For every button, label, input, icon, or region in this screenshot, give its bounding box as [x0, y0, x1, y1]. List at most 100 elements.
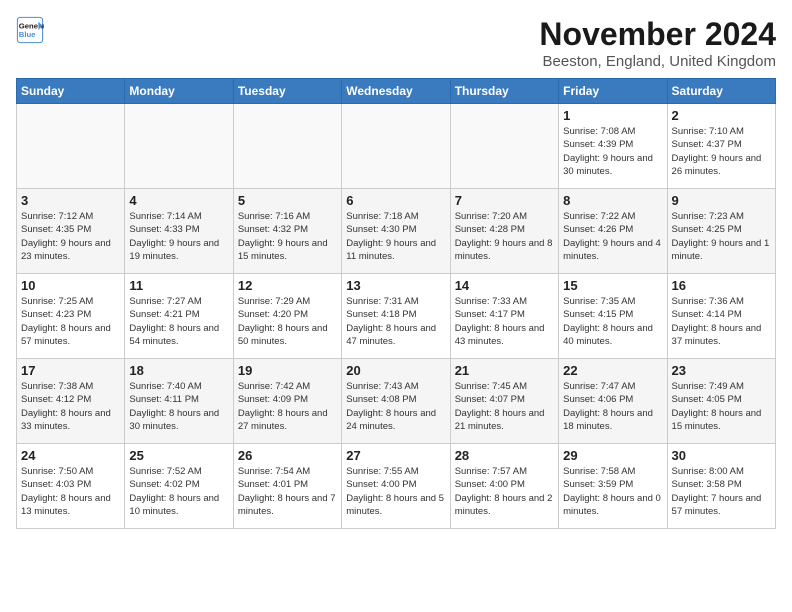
day-info: Sunrise: 7:16 AM Sunset: 4:32 PM Dayligh… [238, 210, 337, 263]
day-info: Sunrise: 8:00 AM Sunset: 3:58 PM Dayligh… [672, 465, 771, 518]
day-number: 4 [129, 193, 228, 208]
day-info: Sunrise: 7:38 AM Sunset: 4:12 PM Dayligh… [21, 380, 120, 433]
calendar-title: November 2024 [539, 16, 776, 53]
day-info: Sunrise: 7:50 AM Sunset: 4:03 PM Dayligh… [21, 465, 120, 518]
calendar-day-cell: 22 Sunrise: 7:47 AM Sunset: 4:06 PM Dayli… [559, 359, 667, 444]
calendar-day-cell: 10 Sunrise: 7:25 AM Sunset: 4:23 PM Dayli… [17, 274, 125, 359]
day-number: 29 [563, 448, 662, 463]
calendar-day-cell: 2Sunrise: 7:10 AM Sunset: 4:37 PM Daylig… [667, 104, 775, 189]
day-info: Sunrise: 7:08 AM Sunset: 4:39 PM Dayligh… [563, 125, 662, 178]
calendar-day-cell: 20Sunrise: 7:43 AM Sunset: 4:08 PM Dayli… [342, 359, 450, 444]
day-info: Sunrise: 7:58 AM Sunset: 3:59 PM Dayligh… [563, 465, 662, 518]
day-number: 10 [21, 278, 120, 293]
day-number: 9 [672, 193, 771, 208]
day-info: Sunrise: 7:45 AM Sunset: 4:07 PM Dayligh… [455, 380, 554, 433]
day-number: 23 [672, 363, 771, 378]
calendar-table: SundayMondayTuesdayWednesdayThursdayFrid… [16, 78, 776, 529]
day-number: 26 [238, 448, 337, 463]
weekday-header-cell: Friday [559, 79, 667, 104]
calendar-day-cell: 8 Sunrise: 7:22 AM Sunset: 4:26 PM Daylig… [559, 189, 667, 274]
day-number: 27 [346, 448, 445, 463]
day-info: Sunrise: 7:47 AM Sunset: 4:06 PM Dayligh… [563, 380, 662, 433]
calendar-subtitle: Beeston, England, United Kingdom [539, 53, 776, 70]
day-info: Sunrise: 7:10 AM Sunset: 4:37 PM Dayligh… [672, 125, 771, 178]
calendar-day-cell [17, 104, 125, 189]
day-info: Sunrise: 7:55 AM Sunset: 4:00 PM Dayligh… [346, 465, 445, 518]
day-number: 30 [672, 448, 771, 463]
calendar-day-cell: 11 Sunrise: 7:27 AM Sunset: 4:21 PM Dayli… [125, 274, 233, 359]
weekday-header-cell: Monday [125, 79, 233, 104]
calendar-week-row: 10 Sunrise: 7:25 AM Sunset: 4:23 PM Dayli… [17, 274, 776, 359]
weekday-header-cell: Saturday [667, 79, 775, 104]
day-info: Sunrise: 7:23 AM Sunset: 4:25 PM Dayligh… [672, 210, 771, 263]
day-info: Sunrise: 7:22 AM Sunset: 4:26 PM Dayligh… [563, 210, 662, 263]
day-number: 22 [563, 363, 662, 378]
calendar-day-cell: 19Sunrise: 7:42 AM Sunset: 4:09 PM Dayli… [233, 359, 341, 444]
day-number: 24 [21, 448, 120, 463]
day-number: 3 [21, 193, 120, 208]
calendar-day-cell: 29 Sunrise: 7:58 AM Sunset: 3:59 PM Dayli… [559, 444, 667, 529]
day-info: Sunrise: 7:29 AM Sunset: 4:20 PM Dayligh… [238, 295, 337, 348]
calendar-day-cell: 7 Sunrise: 7:20 AM Sunset: 4:28 PM Daylig… [450, 189, 558, 274]
logo: General Blue [16, 16, 44, 44]
day-number: 16 [672, 278, 771, 293]
calendar-day-cell: 24 Sunrise: 7:50 AM Sunset: 4:03 PM Dayli… [17, 444, 125, 529]
calendar-day-cell: 13Sunrise: 7:31 AM Sunset: 4:18 PM Dayli… [342, 274, 450, 359]
calendar-day-cell: 5Sunrise: 7:16 AM Sunset: 4:32 PM Daylig… [233, 189, 341, 274]
calendar-day-cell: 27 Sunrise: 7:55 AM Sunset: 4:00 PM Dayli… [342, 444, 450, 529]
svg-text:Blue: Blue [19, 30, 36, 39]
day-number: 25 [129, 448, 228, 463]
day-number: 7 [455, 193, 554, 208]
day-info: Sunrise: 7:12 AM Sunset: 4:35 PM Dayligh… [21, 210, 120, 263]
calendar-day-cell: 26Sunrise: 7:54 AM Sunset: 4:01 PM Dayli… [233, 444, 341, 529]
day-number: 6 [346, 193, 445, 208]
day-info: Sunrise: 7:20 AM Sunset: 4:28 PM Dayligh… [455, 210, 554, 263]
day-number: 11 [129, 278, 228, 293]
calendar-day-cell: 17Sunrise: 7:38 AM Sunset: 4:12 PM Dayli… [17, 359, 125, 444]
day-number: 1 [563, 108, 662, 123]
calendar-day-cell: 28 Sunrise: 7:57 AM Sunset: 4:00 PM Dayli… [450, 444, 558, 529]
calendar-day-cell [125, 104, 233, 189]
day-number: 28 [455, 448, 554, 463]
title-section: November 2024 Beeston, England, United K… [539, 16, 776, 70]
day-info: Sunrise: 7:40 AM Sunset: 4:11 PM Dayligh… [129, 380, 228, 433]
day-number: 14 [455, 278, 554, 293]
calendar-day-cell: 15 Sunrise: 7:35 AM Sunset: 4:15 PM Dayli… [559, 274, 667, 359]
calendar-day-cell [342, 104, 450, 189]
day-info: Sunrise: 7:52 AM Sunset: 4:02 PM Dayligh… [129, 465, 228, 518]
day-info: Sunrise: 7:27 AM Sunset: 4:21 PM Dayligh… [129, 295, 228, 348]
weekday-header-row: SundayMondayTuesdayWednesdayThursdayFrid… [17, 79, 776, 104]
weekday-header-cell: Tuesday [233, 79, 341, 104]
day-number: 8 [563, 193, 662, 208]
logo-icon: General Blue [16, 16, 44, 44]
page-header: General Blue November 2024 Beeston, Engl… [16, 16, 776, 70]
day-number: 13 [346, 278, 445, 293]
calendar-day-cell: 1 Sunrise: 7:08 AM Sunset: 4:39 PM Daylig… [559, 104, 667, 189]
day-info: Sunrise: 7:33 AM Sunset: 4:17 PM Dayligh… [455, 295, 554, 348]
calendar-day-cell: 25 Sunrise: 7:52 AM Sunset: 4:02 PM Dayli… [125, 444, 233, 529]
day-number: 18 [129, 363, 228, 378]
calendar-day-cell: 14 Sunrise: 7:33 AM Sunset: 4:17 PM Dayli… [450, 274, 558, 359]
calendar-day-cell: 12 Sunrise: 7:29 AM Sunset: 4:20 PM Dayli… [233, 274, 341, 359]
calendar-day-cell: 4Sunrise: 7:14 AM Sunset: 4:33 PM Daylig… [125, 189, 233, 274]
day-info: Sunrise: 7:18 AM Sunset: 4:30 PM Dayligh… [346, 210, 445, 263]
calendar-week-row: 3 Sunrise: 7:12 AM Sunset: 4:35 PM Daylig… [17, 189, 776, 274]
day-number: 15 [563, 278, 662, 293]
day-number: 19 [238, 363, 337, 378]
day-number: 20 [346, 363, 445, 378]
calendar-day-cell [450, 104, 558, 189]
calendar-day-cell: 16Sunrise: 7:36 AM Sunset: 4:14 PM Dayli… [667, 274, 775, 359]
day-info: Sunrise: 7:49 AM Sunset: 4:05 PM Dayligh… [672, 380, 771, 433]
day-info: Sunrise: 7:57 AM Sunset: 4:00 PM Dayligh… [455, 465, 554, 518]
calendar-day-cell: 30 Sunrise: 8:00 AM Sunset: 3:58 PM Dayli… [667, 444, 775, 529]
calendar-day-cell: 9 Sunrise: 7:23 AM Sunset: 4:25 PM Daylig… [667, 189, 775, 274]
calendar-body: 1 Sunrise: 7:08 AM Sunset: 4:39 PM Daylig… [17, 104, 776, 529]
day-info: Sunrise: 7:35 AM Sunset: 4:15 PM Dayligh… [563, 295, 662, 348]
day-number: 21 [455, 363, 554, 378]
weekday-header-cell: Thursday [450, 79, 558, 104]
day-number: 12 [238, 278, 337, 293]
weekday-header-cell: Sunday [17, 79, 125, 104]
calendar-week-row: 24 Sunrise: 7:50 AM Sunset: 4:03 PM Dayli… [17, 444, 776, 529]
calendar-day-cell: 21 Sunrise: 7:45 AM Sunset: 4:07 PM Dayli… [450, 359, 558, 444]
day-info: Sunrise: 7:25 AM Sunset: 4:23 PM Dayligh… [21, 295, 120, 348]
